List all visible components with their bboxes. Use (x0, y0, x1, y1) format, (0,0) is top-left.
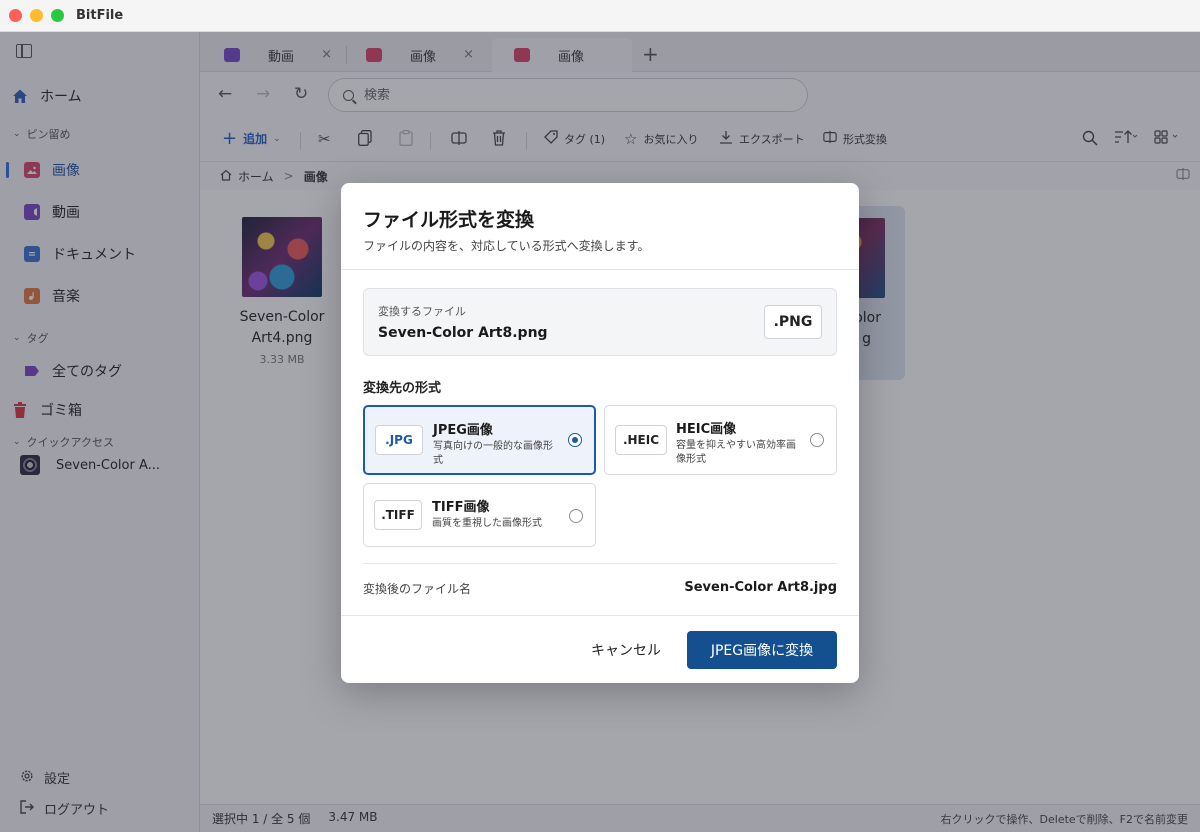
output-filename-label: 変換後のファイル名 (363, 582, 472, 596)
divider (341, 615, 859, 616)
convert-button[interactable]: JPEG画像に変換 (687, 631, 837, 669)
option-description: 画質を重視した画像形式 (432, 518, 542, 529)
source-file-box: 変換するファイル Seven-Color Art8.png .PNG (363, 288, 837, 356)
close-window-button[interactable] (9, 9, 22, 22)
source-file-name: Seven-Color Art8.png (378, 325, 548, 341)
zoom-window-button[interactable] (51, 9, 64, 22)
ext-badge: .HEIC (615, 425, 667, 455)
app-title: BitFile (76, 8, 124, 23)
target-format-label: 変換先の形式 (363, 381, 442, 396)
dialog-subtitle: ファイルの内容を、対応している形式へ変換します。 (363, 239, 650, 253)
radio-button[interactable] (569, 509, 583, 523)
ext-badge: .JPG (375, 425, 423, 455)
radio-button[interactable] (568, 433, 582, 447)
cancel-button[interactable]: キャンセル (579, 631, 673, 669)
source-file-label: 変換するファイル (378, 305, 466, 318)
radio-button[interactable] (810, 433, 824, 447)
minimize-window-button[interactable] (30, 9, 43, 22)
dialog-title: ファイル形式を変換 (363, 209, 535, 231)
divider (363, 563, 837, 564)
option-description: 容量を抑えやすい高効率画像形式 (676, 440, 796, 465)
ext-badge: .TIFF (374, 500, 422, 530)
window-controls (9, 9, 64, 22)
format-option-tiff[interactable]: .TIFF TIFF画像 画質を重視した画像形式 (363, 483, 596, 547)
option-title: TIFF画像 (432, 500, 490, 515)
window-titlebar: BitFile (0, 0, 1200, 32)
source-ext-badge: .PNG (764, 305, 822, 339)
format-option-heic[interactable]: .HEIC HEIC画像 容量を抑えやすい高効率画像形式 (604, 405, 837, 475)
convert-format-dialog: ファイル形式を変換 ファイルの内容を、対応している形式へ変換します。 変換するフ… (341, 183, 859, 683)
option-title: HEIC画像 (676, 422, 737, 437)
divider (341, 269, 859, 270)
option-description: 写真向けの一般的な画像形式 (433, 441, 553, 466)
option-title: JPEG画像 (433, 423, 493, 438)
output-filename: Seven-Color Art8.jpg (684, 580, 837, 595)
format-option-jpg[interactable]: .JPG JPEG画像 写真向けの一般的な画像形式 (363, 405, 596, 475)
